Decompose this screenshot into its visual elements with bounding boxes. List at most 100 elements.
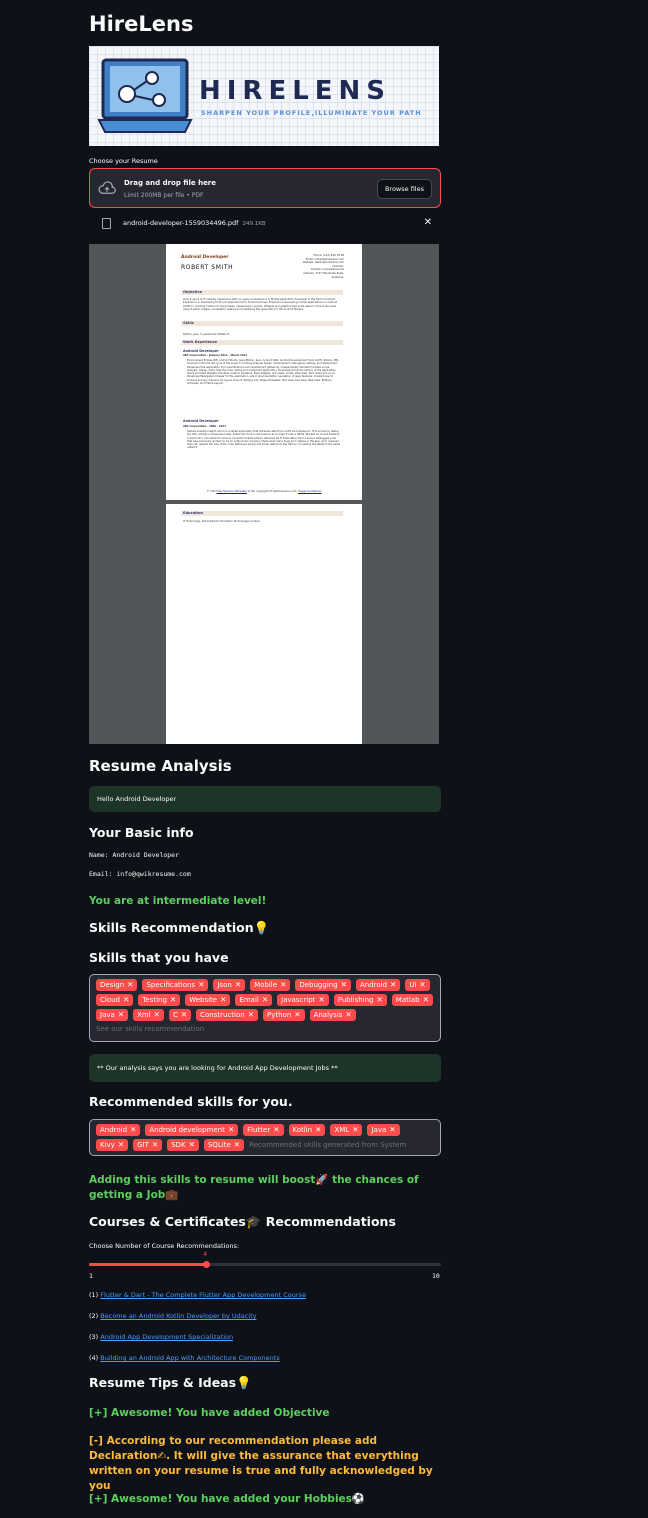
remove-tag-icon[interactable]: ✕ bbox=[419, 980, 425, 989]
remove-tag-icon[interactable]: ✕ bbox=[318, 995, 324, 1004]
course-slider-min: 1 bbox=[89, 1272, 93, 1280]
resume-section-work: Work Experience bbox=[181, 340, 343, 345]
skill-tag: Cloud ✕ bbox=[96, 994, 134, 1006]
recommended-skills-heading: Recommended skills for you. bbox=[89, 1094, 293, 1109]
course-item: (3) Android App Development Specializati… bbox=[89, 1333, 234, 1341]
course-link[interactable]: Android App Development Specialization bbox=[100, 1333, 233, 1341]
remove-tag-icon[interactable]: ✕ bbox=[423, 995, 429, 1004]
browse-files-button[interactable]: Browse files bbox=[376, 179, 432, 199]
skill-tag: C ✕ bbox=[168, 1009, 192, 1021]
remove-tag-icon[interactable]: ✕ bbox=[198, 980, 204, 989]
skill-tag: Ui ✕ bbox=[405, 979, 430, 991]
remove-tag-icon[interactable]: ✕ bbox=[189, 1140, 195, 1149]
remove-tag-icon[interactable]: ✕ bbox=[152, 1140, 158, 1149]
pdf-page-1: Android Developer ROBERT SMITH Phone: (1… bbox=[166, 244, 362, 500]
remove-tag-icon[interactable]: ✕ bbox=[262, 995, 268, 1004]
remove-tag-icon[interactable]: ✕ bbox=[123, 995, 129, 1004]
email-line: Email: info@qwikresume.com bbox=[89, 870, 191, 878]
skill-tag-label: Ui bbox=[409, 981, 417, 989]
course-slider-value: 4 bbox=[203, 1251, 207, 1258]
resume-job1-title: Android Developer bbox=[183, 349, 219, 353]
course-link[interactable]: Become an Android Kotlin Developer by Ud… bbox=[100, 1312, 256, 1320]
remove-tag-icon[interactable]: ✕ bbox=[235, 980, 241, 989]
remove-tag-icon[interactable]: ✕ bbox=[273, 1125, 279, 1134]
skill-tag: Java ✕ bbox=[96, 1009, 129, 1021]
resume-job2-title: Android Developer bbox=[183, 419, 219, 423]
resume-template-link[interactable]: Free Resume Template bbox=[216, 489, 246, 493]
recommended-tag-list: Android ✕ Android development ✕ Flutter ✕ Kotl… bbox=[96, 1124, 434, 1151]
resume-role: Android Developer bbox=[181, 255, 229, 260]
skill-tag: Construction ✕ bbox=[196, 1009, 259, 1021]
basic-info-heading: Your Basic info bbox=[89, 825, 194, 840]
skill-tag-label: C bbox=[172, 1011, 178, 1019]
remove-tag-icon[interactable]: ✕ bbox=[170, 995, 176, 1004]
course-slider-max: 10 bbox=[432, 1272, 440, 1280]
skill-tag-label: SQLite bbox=[207, 1141, 231, 1149]
file-dropzone[interactable]: Drag and drop file here Limit 200MB per … bbox=[89, 168, 441, 208]
course-link[interactable]: Building an Android App with Architectur… bbox=[100, 1354, 279, 1362]
remove-tag-icon[interactable]: ✕ bbox=[377, 995, 383, 1004]
skills-recommendation-heading: Skills Recommendation💡 bbox=[89, 920, 270, 935]
remove-tag-icon[interactable]: ✕ bbox=[127, 980, 133, 989]
skill-tag-label: Android development bbox=[149, 1126, 225, 1134]
resume-section-education: Education bbox=[181, 511, 343, 516]
remove-tag-icon[interactable]: ✕ bbox=[390, 980, 396, 989]
skill-tag-label: Kivy bbox=[100, 1141, 115, 1149]
skill-tag: Publishing ✕ bbox=[333, 994, 387, 1006]
remove-tag-icon[interactable]: ✕ bbox=[181, 1010, 187, 1019]
remove-tag-icon[interactable]: ✕ bbox=[118, 1010, 124, 1019]
upload-label: Choose your Resume bbox=[89, 157, 158, 165]
skill-tag: Specifications ✕ bbox=[142, 979, 209, 991]
remove-tag-icon[interactable]: ✕ bbox=[345, 1010, 351, 1019]
remove-tag-icon[interactable]: ✕ bbox=[352, 1125, 358, 1134]
tip-declaration: [-] According to our recommendation plea… bbox=[89, 1435, 433, 1492]
skill-tag-label: GIT bbox=[137, 1141, 149, 1149]
skill-tag: Kivy ✕ bbox=[96, 1139, 129, 1151]
skill-tag-label: Publishing bbox=[337, 996, 374, 1004]
resume-job1-meta: ABC Corporation - January 2011 – March 2… bbox=[183, 354, 248, 357]
remove-tag-icon[interactable]: ✕ bbox=[389, 1125, 395, 1134]
app-title: HireLens bbox=[89, 12, 194, 36]
course-item: (2) Become an Android Kotlin Developer b… bbox=[89, 1312, 257, 1320]
laptop-network-icon bbox=[97, 58, 193, 133]
level-text: You are at intermediate level! bbox=[89, 895, 267, 907]
skill-tag: Xml ✕ bbox=[133, 1009, 164, 1021]
skill-tag-label: Xml bbox=[137, 1011, 151, 1019]
remove-file-icon[interactable]: ✕ bbox=[424, 217, 432, 228]
remove-tag-icon[interactable]: ✕ bbox=[341, 980, 347, 989]
upload-limit-text: Limit 200MB per file • PDF bbox=[124, 192, 204, 199]
remove-tag-icon[interactable]: ✕ bbox=[315, 1125, 321, 1134]
remove-tag-icon[interactable]: ✕ bbox=[130, 1125, 136, 1134]
skill-tag-label: XML bbox=[334, 1126, 350, 1134]
skill-tag: GIT ✕ bbox=[133, 1139, 163, 1151]
remove-tag-icon[interactable]: ✕ bbox=[220, 995, 226, 1004]
course-link[interactable]: Flutter & Dart - The Complete Flutter Ap… bbox=[100, 1291, 306, 1299]
skill-tag-label: Android bbox=[100, 1126, 128, 1134]
skill-tag-label: Cloud bbox=[100, 996, 120, 1004]
course-slider-thumb[interactable] bbox=[202, 1261, 210, 1268]
remove-tag-icon[interactable]: ✕ bbox=[234, 1140, 240, 1149]
remove-tag-icon[interactable]: ✕ bbox=[280, 980, 286, 989]
skill-tag-label: Testing bbox=[142, 996, 167, 1004]
remove-tag-icon[interactable]: ✕ bbox=[118, 1140, 124, 1149]
remove-tag-icon[interactable]: ✕ bbox=[154, 1010, 160, 1019]
usage-guidelines-link[interactable]: Usage Guidelines bbox=[298, 489, 321, 493]
uploaded-file-name: android-developer-1559034496.pdf bbox=[123, 219, 239, 227]
recommended-skills-multiselect[interactable]: Android ✕ Android development ✕ Flutter ✕ Kotl… bbox=[89, 1119, 441, 1156]
skills-multiselect[interactable]: Design ✕ Specifications ✕ Json ✕ Mobile ✕ Debugg… bbox=[89, 974, 441, 1042]
skill-tag-label: Construction bbox=[200, 1011, 245, 1019]
remove-tag-icon[interactable]: ✕ bbox=[294, 1010, 300, 1019]
skill-tag: Android ✕ bbox=[355, 979, 401, 991]
pdf-viewer[interactable]: Android Developer ROBERT SMITH Phone: (1… bbox=[89, 244, 439, 744]
remove-tag-icon[interactable]: ✕ bbox=[228, 1125, 234, 1134]
skill-tag-label: Kotlin bbox=[292, 1126, 313, 1134]
skill-tag-label: Website bbox=[189, 996, 218, 1004]
remove-tag-icon[interactable]: ✕ bbox=[248, 1010, 254, 1019]
greeting-alert: Hello Android Developer bbox=[89, 786, 441, 812]
boost-text: Adding this skills to resume will boost🚀… bbox=[89, 1174, 419, 1201]
resume-name: ROBERT SMITH bbox=[181, 264, 234, 271]
course-slider-fill bbox=[89, 1263, 207, 1266]
resume-education-text: IT Technology, 2011(Qutent Information T… bbox=[183, 520, 260, 523]
skill-tag: Java ✕ bbox=[367, 1124, 400, 1136]
skill-tag-label: Mobile bbox=[254, 981, 278, 989]
